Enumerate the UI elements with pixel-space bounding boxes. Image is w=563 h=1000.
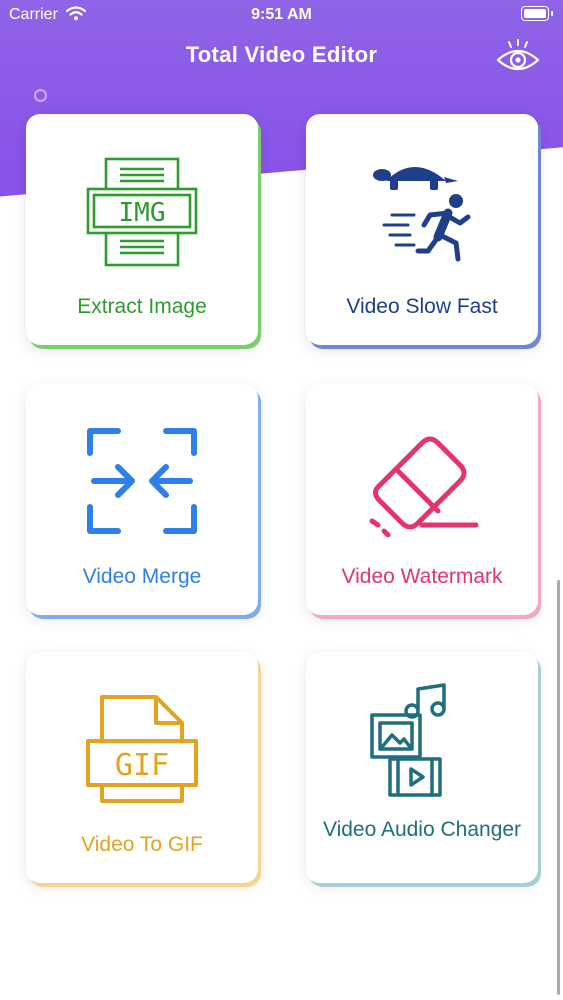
video-audio-changer-card[interactable]: Video Audio Changer [306, 652, 538, 883]
decorative-circle [34, 89, 47, 102]
video-audio-icon [370, 683, 446, 797]
video-watermark-label: Video Watermark [341, 565, 503, 588]
eye-icon [496, 39, 540, 71]
scroll-indicator[interactable] [557, 580, 560, 995]
video-slow-fast-card[interactable]: Video Slow Fast [306, 114, 538, 345]
img-icon-text: IMG [119, 198, 166, 228]
merge-arrows-icon [87, 428, 197, 534]
battery-icon [521, 6, 553, 21]
clock: 9:51 AM [251, 6, 312, 23]
video-to-gif-label: Video To GIF [81, 833, 203, 856]
img-document-icon: IMG [86, 157, 198, 267]
video-merge-label: Video Merge [82, 565, 202, 588]
video-audio-changer-label: Video Audio Changer [322, 818, 522, 841]
extract-image-card[interactable]: IMG Extract Image [26, 114, 258, 345]
gif-file-icon: GIF [86, 695, 198, 803]
extract-image-label: Extract Image [77, 295, 207, 318]
video-slow-fast-label: Video Slow Fast [346, 295, 498, 318]
video-watermark-card[interactable]: Video Watermark [306, 384, 538, 615]
eraser-icon [369, 436, 479, 537]
page-title: Total Video Editor [185, 42, 378, 67]
video-to-gif-card[interactable]: GIF Video To GIF [26, 652, 258, 883]
video-merge-card[interactable]: Video Merge [26, 384, 258, 615]
gif-icon-text: GIF [115, 748, 169, 783]
turtle-runner-icon [373, 167, 471, 262]
preview-button[interactable] [495, 38, 541, 76]
status-bar: Carrier 9:51 AM [0, 0, 563, 30]
